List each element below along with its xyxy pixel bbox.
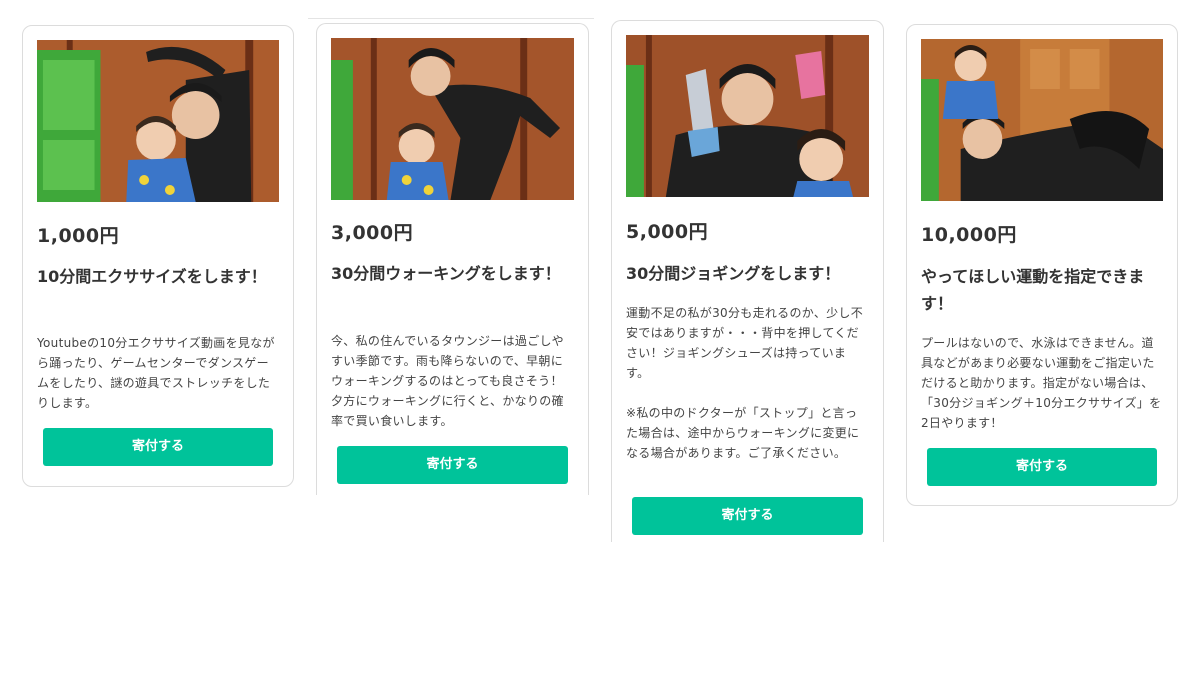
reward-card-5000: 5,000円 30分間ジョギングをします！ 運動不足の私が30分も走れるのか、少… xyxy=(611,20,884,542)
reward-description: 運動不足の私が30分も走れるのか、少し不安ではありますが・・・背中を押してくださ… xyxy=(626,306,864,460)
reward-title: やってほしい運動を指定できます！ xyxy=(921,267,1145,313)
donate-button[interactable]: 寄付する xyxy=(43,428,273,466)
reward-price: 1,000円 xyxy=(37,225,120,247)
donate-button[interactable]: 寄付する xyxy=(337,446,568,484)
reward-photo xyxy=(331,38,574,200)
reward-title: 30分間ウォーキングをします！ xyxy=(331,264,561,283)
reward-photo xyxy=(921,39,1163,201)
reward-photo xyxy=(626,35,869,197)
reward-price: 3,000円 xyxy=(331,222,414,244)
reward-description: 今、私の住んでいるタウンジーは過ごしやすい季節です。雨も降らないので、早朝にウォ… xyxy=(331,334,564,428)
reward-description: Youtubeの10分エクササイズ動画を見ながら踊ったり、ゲームセンターでダンス… xyxy=(37,336,275,410)
reward-card-1000: 1,000円 10分間エクササイズをします！ Youtubeの10分エクササイズ… xyxy=(22,25,294,487)
reward-title: 30分間ジョギングをします！ xyxy=(626,264,841,283)
reward-photo xyxy=(37,40,279,202)
divider-line xyxy=(308,18,594,19)
donate-button[interactable]: 寄付する xyxy=(632,497,863,535)
reward-card-10000: 10,000円 やってほしい運動を指定できます！ プールはないので、水泳はできま… xyxy=(906,24,1178,506)
reward-card-3000: 3,000円 30分間ウォーキングをします！ 今、私の住んでいるタウンジーは過ご… xyxy=(316,23,589,495)
reward-title: 10分間エクササイズをします！ xyxy=(37,267,267,286)
donate-button[interactable]: 寄付する xyxy=(927,448,1157,486)
reward-price: 5,000円 xyxy=(626,221,709,243)
reward-description: プールはないので、水泳はできません。道具などがあまり必要ない運動をご指定いただけ… xyxy=(921,336,1162,430)
reward-price: 10,000円 xyxy=(921,224,1017,246)
